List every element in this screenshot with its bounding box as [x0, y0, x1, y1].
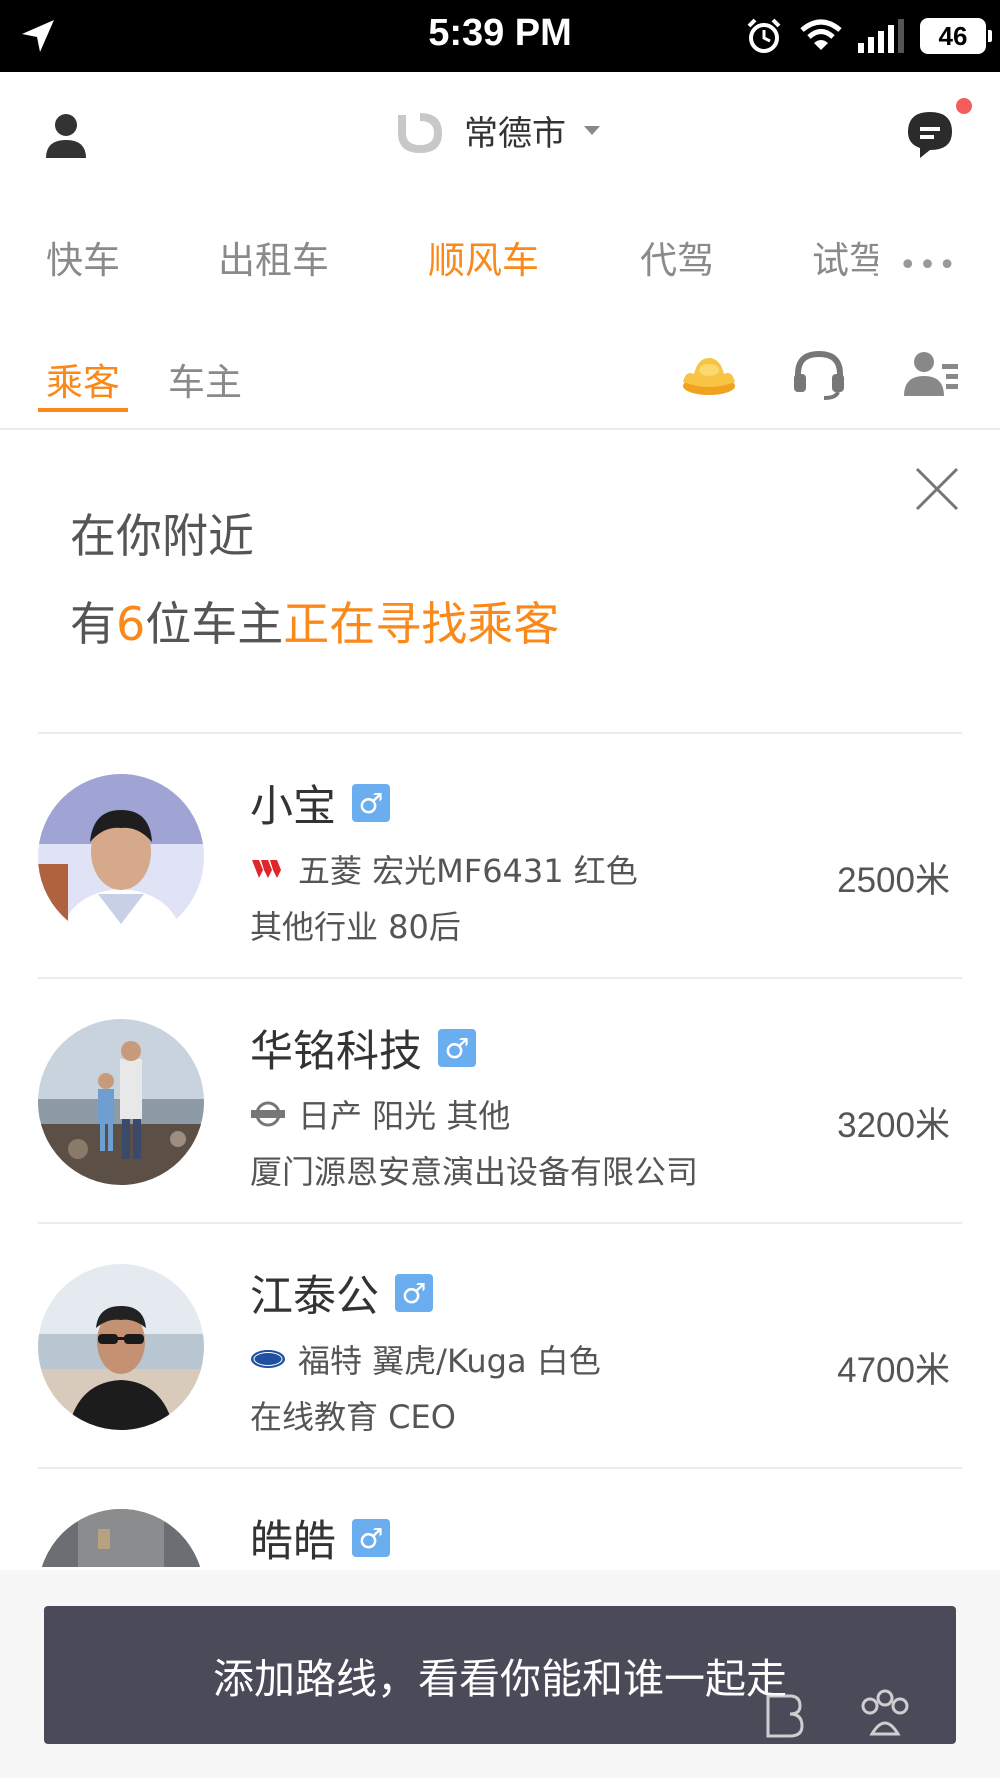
tab-taxi[interactable]: 出租车	[218, 230, 329, 284]
driver-list: 小宝 ♂ 五菱 宏光MF6431 红色 其他行业 80后 2500米 华铭科技 …	[38, 732, 962, 1567]
tab-carpool[interactable]: 顺风车	[428, 230, 539, 284]
distance: 4700米	[837, 1351, 950, 1390]
driver-row[interactable]: 小宝 ♂ 五菱 宏光MF6431 红色 其他行业 80后 2500米	[38, 732, 962, 977]
battery-indicator: 46	[920, 18, 992, 54]
occupation: 在线教育 CEO	[250, 1398, 456, 1436]
banner-title: 在你附近	[70, 509, 254, 563]
occupation: 厦门源恩安意演出设备有限公司	[250, 1153, 699, 1191]
wuling-logo-icon	[252, 860, 281, 878]
role-tabs: 乘客 车主	[0, 340, 1000, 430]
distance: 2500米	[837, 861, 950, 900]
city-name: 常德市	[464, 113, 566, 154]
avatar	[38, 1509, 204, 1567]
chevron-down-icon	[584, 125, 600, 135]
service-tabs: 快车 出租车 顺风车 代驾 试驾 •••	[0, 220, 1000, 290]
tab-passenger[interactable]: 乘客	[46, 352, 120, 406]
status-bar: 5:39 PM 46	[0, 0, 1000, 72]
ford-logo-icon	[251, 1350, 285, 1368]
avatar	[38, 774, 204, 940]
driver-name: 皓皓	[250, 1517, 336, 1567]
baidu-watermark-icon	[766, 1689, 909, 1738]
message-icon[interactable]	[900, 102, 960, 162]
driver-name: 小宝	[250, 782, 336, 832]
male-icon: ♂	[352, 784, 390, 822]
wifi-icon	[800, 19, 842, 50]
occupation: 其他行业 80后	[250, 908, 461, 946]
car-info: 福特 翼虎/Kuga 白色	[298, 1342, 601, 1380]
tab-test-drive[interactable]: 试驾	[812, 230, 878, 284]
city-selector[interactable]: 常德市	[390, 100, 600, 160]
car-info: 五菱 宏光MF6431 红色	[298, 852, 638, 890]
gold-ingot-icon[interactable]	[680, 346, 738, 402]
notification-dot	[956, 98, 972, 114]
tab-designated-driver[interactable]: 代驾	[640, 230, 714, 284]
driver-name: 江泰公	[250, 1272, 379, 1322]
driver-name: 华铭科技	[250, 1027, 422, 1077]
avatar	[38, 1019, 204, 1185]
app-header: 常德市	[0, 72, 1000, 192]
male-icon: ♂	[352, 1519, 390, 1557]
driver-row[interactable]: 皓皓 ♂	[38, 1467, 962, 1567]
driver-count: 6	[116, 597, 146, 651]
driver-row[interactable]: 华铭科技 ♂ 日产 阳光 其他 厦门源恩安意演出设备有限公司 3200米	[38, 977, 962, 1222]
male-icon: ♂	[395, 1274, 433, 1312]
close-icon[interactable]	[914, 466, 960, 512]
customer-service-icon[interactable]	[790, 346, 848, 402]
nissan-logo-icon	[251, 1101, 285, 1127]
contacts-icon[interactable]	[902, 346, 960, 402]
driver-row[interactable]: 江泰公 ♂ 福特 翼虎/Kuga 白色 在线教育 CEO 4700米	[38, 1222, 962, 1467]
active-tab-indicator	[38, 408, 128, 412]
user-profile-icon[interactable]	[42, 112, 90, 160]
banner-subtitle: 有6位车主正在寻找乘客	[70, 597, 560, 651]
tab-driver[interactable]: 车主	[168, 352, 242, 406]
distance: 3200米	[837, 1106, 950, 1145]
tab-express[interactable]: 快车	[46, 230, 120, 284]
didi-logo-icon	[398, 113, 442, 153]
alarm-icon	[747, 18, 781, 53]
avatar	[38, 1264, 204, 1430]
more-icon[interactable]: •••	[899, 248, 958, 283]
signal-icon	[858, 19, 904, 53]
car-info: 日产 阳光 其他	[298, 1097, 511, 1135]
male-icon: ♂	[438, 1029, 476, 1067]
